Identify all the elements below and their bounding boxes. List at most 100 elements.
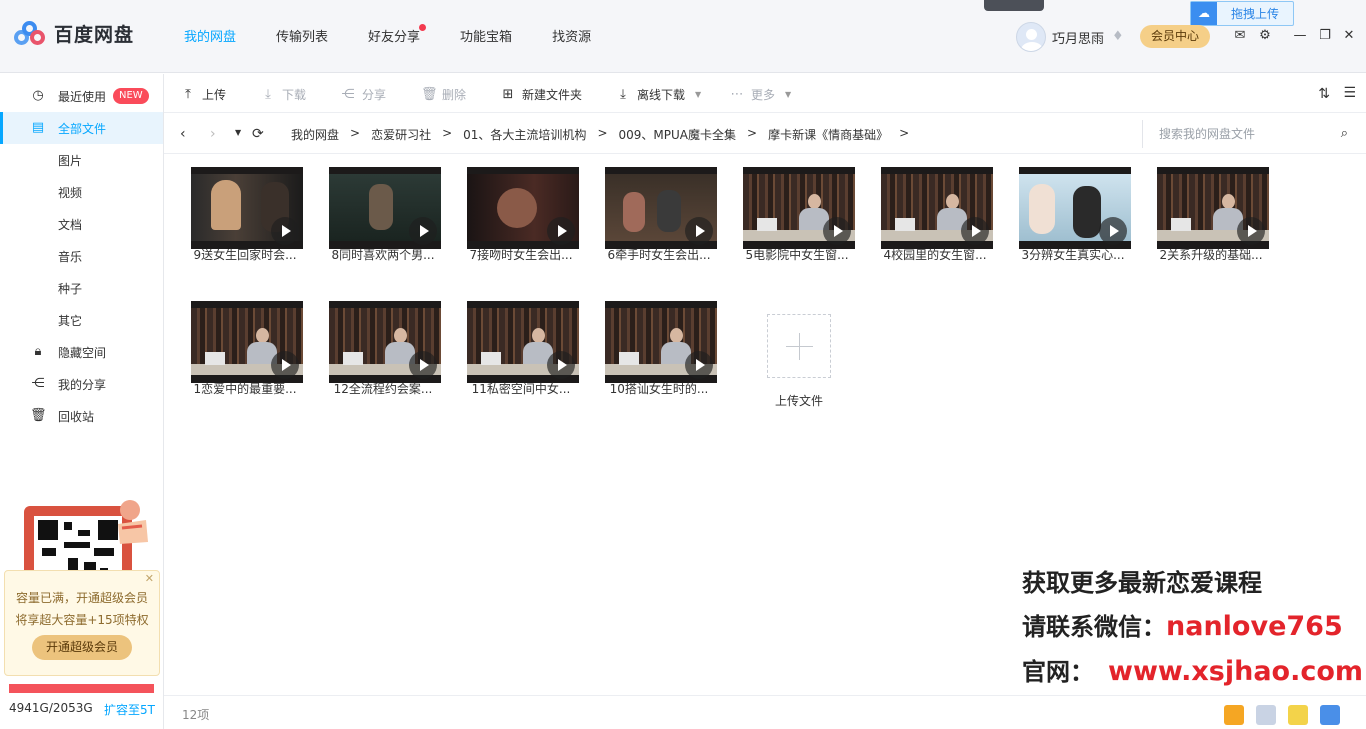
video-thumbnail[interactable] xyxy=(1157,167,1269,249)
sidebar-item-music[interactable]: 音乐 xyxy=(0,240,163,272)
cloud-icon: ☁ xyxy=(1191,2,1217,25)
file-item[interactable]: 5电影院中女生窗... xyxy=(733,154,861,272)
tab-toolbox[interactable]: 功能宝箱 xyxy=(460,26,512,45)
file-item[interactable]: 4校园里的女生窗... xyxy=(871,154,999,272)
download-button[interactable]: ⤓ 下载 xyxy=(261,86,306,103)
play-icon[interactable] xyxy=(271,217,299,245)
play-icon[interactable] xyxy=(1099,217,1127,245)
breadcrumb-separator: > xyxy=(747,126,758,140)
sort-icon[interactable]: ⇅ xyxy=(1318,86,1330,102)
play-icon[interactable] xyxy=(1237,217,1265,245)
play-icon[interactable] xyxy=(961,217,989,245)
history-dropdown-icon[interactable]: ▼ xyxy=(235,128,241,137)
play-icon[interactable] xyxy=(409,217,437,245)
video-thumbnail[interactable] xyxy=(329,167,441,249)
back-icon[interactable]: ‹ xyxy=(180,126,186,142)
video-thumbnail[interactable] xyxy=(467,301,579,383)
video-thumbnail[interactable] xyxy=(605,167,717,249)
file-item[interactable]: 7接吻时女生会出... xyxy=(457,154,585,272)
more-button[interactable]: ⋯ 更多 ▼ xyxy=(730,86,792,103)
file-item[interactable]: 8同时喜欢两个男... xyxy=(319,154,447,272)
file-item[interactable]: 3分辨女生真实心... xyxy=(1009,154,1137,272)
chevron-down-icon: ▼ xyxy=(785,90,792,99)
mail-icon[interactable]: ✉ xyxy=(1232,28,1248,44)
reward-icon[interactable] xyxy=(1224,705,1244,725)
upload-arrow-icon[interactable] xyxy=(1288,705,1308,725)
upload-button[interactable]: ⤒ 上传 xyxy=(181,86,226,103)
tab-my-netdisk[interactable]: 我的网盘 xyxy=(184,26,236,45)
play-icon[interactable] xyxy=(685,351,713,379)
sidebar-item-videos[interactable]: 视频 xyxy=(0,176,163,208)
sidebar-item-other[interactable]: 其它 xyxy=(0,304,163,336)
breadcrumb-item[interactable]: 恋爱研习社 xyxy=(371,126,431,143)
video-thumbnail[interactable] xyxy=(1019,167,1131,249)
vip-center-button[interactable]: 会员中心 xyxy=(1140,25,1210,48)
tab-transfer-list[interactable]: 传输列表 xyxy=(276,26,328,45)
forward-icon[interactable]: › xyxy=(210,126,216,142)
video-thumbnail[interactable] xyxy=(605,301,717,383)
play-icon[interactable] xyxy=(685,217,713,245)
file-item[interactable]: 11私密空间中女... xyxy=(457,288,585,406)
status-bar: 12项 xyxy=(164,695,1366,729)
play-icon[interactable] xyxy=(823,217,851,245)
upgrade-svip-button[interactable]: 开通超级会员 xyxy=(32,635,132,660)
share-button[interactable]: ⋲ 分享 xyxy=(341,86,387,103)
main-nav: 我的网盘 传输列表 好友分享 功能宝箱 找资源 xyxy=(184,24,631,45)
play-icon[interactable] xyxy=(547,217,575,245)
tab-friend-share[interactable]: 好友分享 xyxy=(368,24,427,45)
sidebar-item-hidden-space[interactable]: 🔒︎ 隐藏空间 xyxy=(0,336,163,368)
file-item[interactable]: 6牵手时女生会出... xyxy=(595,154,723,272)
close-icon[interactable]: ✕ xyxy=(145,572,154,585)
file-item[interactable]: 10搭讪女生时的... xyxy=(595,288,723,406)
upload-file-tile[interactable] xyxy=(767,314,831,378)
breadcrumb-item[interactable]: 009、MPUA魔卡全集 xyxy=(619,126,737,143)
video-thumbnail[interactable] xyxy=(191,301,303,383)
file-item[interactable]: 2关系升级的基础... xyxy=(1147,154,1275,272)
settings-icon[interactable]: ⚙ xyxy=(1257,28,1273,44)
play-icon[interactable] xyxy=(547,351,575,379)
new-folder-button[interactable]: ⊞ 新建文件夹 xyxy=(501,86,582,103)
restore-icon[interactable]: ❐ xyxy=(1317,28,1333,44)
sidebar-item-label: 其它 xyxy=(58,313,83,328)
file-item[interactable]: 1恋爱中的最重要... xyxy=(181,288,309,406)
drag-upload-button[interactable]: ☁ 拖拽上传 xyxy=(1190,1,1294,26)
sidebar-item-all-files[interactable]: ▤ 全部文件 xyxy=(0,112,163,144)
video-thumbnail[interactable] xyxy=(743,167,855,249)
tab-find-resources[interactable]: 找资源 xyxy=(552,26,591,45)
chevron-down-icon: ▼ xyxy=(695,90,702,99)
app-logo: 百度网盘 xyxy=(14,20,134,47)
refresh-icon[interactable]: ⟳ xyxy=(252,126,264,142)
breadcrumb-item[interactable]: 我的网盘 xyxy=(291,126,339,143)
avatar[interactable] xyxy=(1016,22,1046,52)
apps-grid-icon[interactable] xyxy=(1256,705,1276,725)
file-item[interactable]: 9送女生回家时会... xyxy=(181,154,309,272)
user-menu[interactable]: 巧月思雨 ♦ xyxy=(1016,22,1128,52)
lock-icon[interactable] xyxy=(1320,705,1340,725)
video-thumbnail[interactable] xyxy=(467,167,579,249)
play-icon[interactable] xyxy=(271,351,299,379)
video-thumbnail[interactable] xyxy=(191,167,303,249)
offline-download-button[interactable]: ⤓ 离线下载 ▼ xyxy=(616,86,701,103)
search-icon[interactable]: ⌕ xyxy=(1341,126,1348,141)
sidebar-item-images[interactable]: 图片 xyxy=(0,144,163,176)
breadcrumb-item[interactable]: 摩卡新课《情商基础》 xyxy=(768,126,888,143)
search-input[interactable] xyxy=(1159,125,1319,143)
file-name: 5电影院中女生窗... xyxy=(745,248,849,262)
sidebar-item-recent[interactable]: ◷ 最近使用 NEW xyxy=(0,80,163,112)
close-icon[interactable]: ✕ xyxy=(1341,28,1357,44)
file-item[interactable]: 12全流程约会案... xyxy=(319,288,447,406)
mini-widget[interactable] xyxy=(984,0,1044,11)
delete-button[interactable]: 🗑︎ 删除 xyxy=(421,86,466,103)
list-view-icon[interactable]: ☰ xyxy=(1343,85,1356,101)
sidebar-item-recycle-bin[interactable]: 🗑︎ 回收站 xyxy=(0,400,163,432)
sidebar-item-documents[interactable]: 文档 xyxy=(0,208,163,240)
download-icon: ⤓ xyxy=(620,86,626,102)
breadcrumb-item[interactable]: 01、各大主流培训机构 xyxy=(463,126,586,143)
play-icon[interactable] xyxy=(409,351,437,379)
expand-storage-link[interactable]: 扩容至5T xyxy=(104,701,155,718)
minimize-icon[interactable]: — xyxy=(1292,28,1308,44)
sidebar-item-torrents[interactable]: 种子 xyxy=(0,272,163,304)
video-thumbnail[interactable] xyxy=(329,301,441,383)
sidebar-item-my-shares[interactable]: ⋲ 我的分享 xyxy=(0,368,163,400)
video-thumbnail[interactable] xyxy=(881,167,993,249)
